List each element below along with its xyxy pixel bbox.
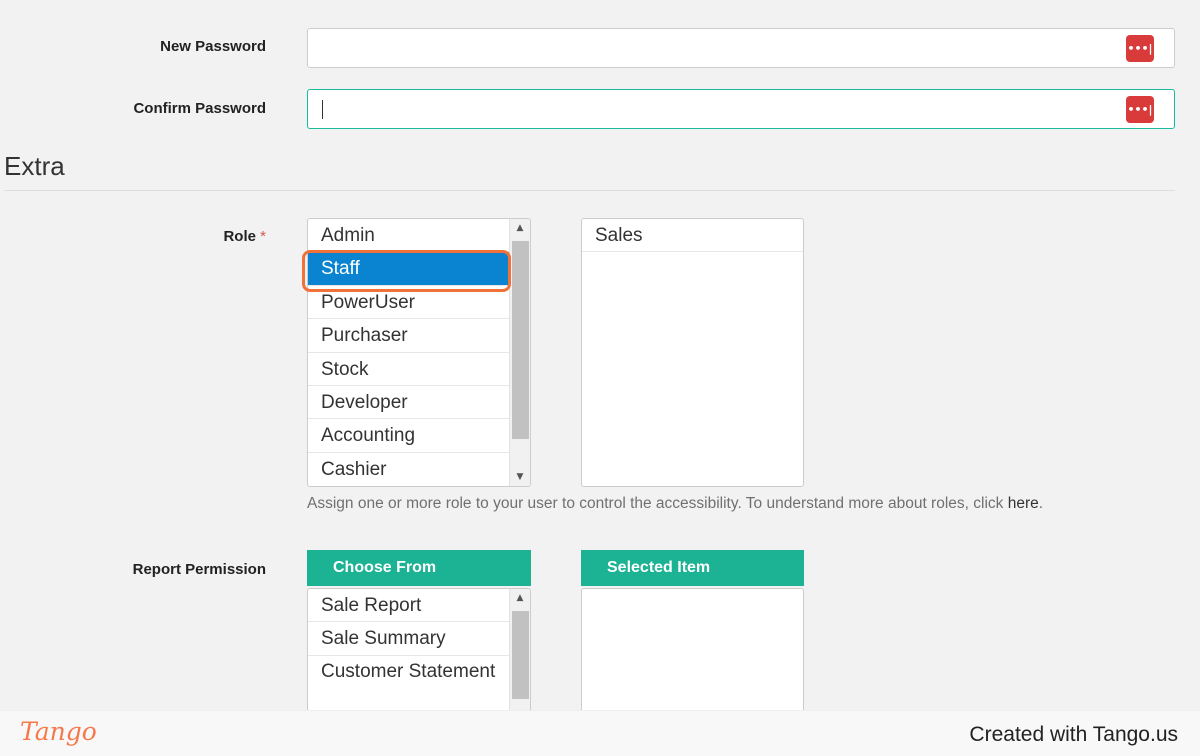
chevron-up-icon[interactable]: ▲: [510, 589, 530, 607]
chevron-down-icon[interactable]: ▼: [510, 468, 530, 486]
role-help-end: .: [1038, 495, 1044, 512]
confirm-password-label: Confirm Password: [133, 100, 266, 117]
choose-from-header: Choose From: [307, 550, 531, 586]
report-option[interactable]: Customer Statement: [308, 656, 503, 685]
required-mark: *: [260, 228, 266, 245]
role-option[interactable]: Stock: [308, 353, 530, 386]
role-help-body: Assign one or more role to your user to …: [307, 495, 1008, 512]
report-option[interactable]: Sale Report: [308, 589, 530, 623]
tango-footer: Tango Created with Tango.us: [0, 710, 1200, 756]
password-manager-icon[interactable]: •••|: [1126, 35, 1154, 62]
role-option[interactable]: Accounting: [308, 419, 530, 453]
section-divider: [4, 190, 1175, 191]
text-caret: [322, 100, 323, 119]
new-password-label: New Password: [160, 38, 266, 55]
role-option[interactable]: Admin: [308, 219, 530, 253]
role-help-text: Assign one or more role to your user to …: [307, 495, 1043, 513]
role-option[interactable]: PowerUser: [308, 286, 530, 320]
confirm-password-input[interactable]: •••|: [307, 89, 1175, 129]
role-options-list[interactable]: Admin Staff PowerUser Purchaser Stock De…: [307, 218, 531, 487]
scroll-thumb[interactable]: [512, 611, 529, 699]
role-option-selected[interactable]: Staff: [308, 252, 530, 286]
chevron-up-icon[interactable]: ▲: [510, 219, 530, 237]
password-manager-icon[interactable]: •••|: [1126, 96, 1154, 123]
selected-reports-list[interactable]: [581, 588, 804, 728]
report-list-scrollbar[interactable]: ▲: [509, 589, 530, 728]
role-option[interactable]: Developer: [308, 386, 530, 420]
assigned-roles-list[interactable]: Sales: [581, 218, 804, 487]
new-password-input[interactable]: •••|: [307, 28, 1175, 68]
selected-item-header: Selected Item: [581, 550, 804, 586]
tango-logo: Tango: [20, 717, 97, 746]
role-label-text: Role: [223, 228, 256, 245]
roles-help-link[interactable]: here: [1008, 495, 1039, 512]
report-option[interactable]: Sale Summary: [308, 622, 530, 656]
role-list-scrollbar[interactable]: ▲ ▼: [509, 219, 530, 486]
assigned-role-item[interactable]: Sales: [582, 219, 803, 253]
report-permission-label: Report Permission: [132, 561, 266, 578]
role-option[interactable]: Purchaser: [308, 319, 530, 353]
role-label: Role *: [223, 228, 266, 245]
report-options-list[interactable]: Sale Report Sale Summary Customer Statem…: [307, 588, 531, 728]
section-title: Extra: [4, 151, 65, 181]
scroll-thumb[interactable]: [512, 241, 529, 439]
role-option[interactable]: Cashier: [308, 453, 530, 486]
created-with-text: Created with Tango.us: [969, 723, 1178, 746]
